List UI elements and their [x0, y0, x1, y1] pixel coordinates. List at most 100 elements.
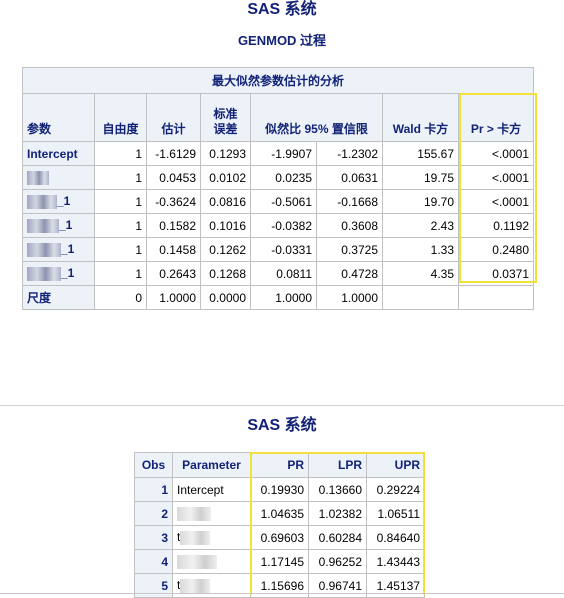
- redacted-param: [27, 242, 61, 257]
- cell-pr: <.0001: [458, 189, 534, 214]
- cell-df: 1: [94, 261, 147, 286]
- cell-lpr: 0.60284: [308, 525, 367, 550]
- cell-lpr: 1.02382: [308, 501, 367, 526]
- cell-lpr: 0.13660: [308, 477, 367, 502]
- cell-wald: 19.75: [382, 165, 459, 190]
- col-header-df: 自由度: [94, 93, 147, 142]
- procedure-title: GENMOD 过程: [237, 33, 327, 48]
- cell-stderr: 0.1268: [200, 261, 251, 286]
- cell-pr: [458, 285, 534, 310]
- col-header-stderr-line2: 误差: [213, 122, 238, 136]
- redacted-param: [27, 170, 49, 185]
- cell-lcl: 0.0811: [250, 261, 317, 286]
- cell-lcl: -0.0382: [250, 213, 317, 238]
- row-param: Intercept: [22, 141, 95, 166]
- estimates-table: 最大似然参数估计的分析 参数 自由度 估计 标准 误差 似然比 95% 置信限 …: [22, 67, 534, 310]
- table-row: _1 1 0.1458 0.1262 -0.0331 0.3725 1.33 0…: [22, 237, 534, 262]
- cell-pr: 0.19930: [250, 477, 309, 502]
- cell-parameter: Intercept: [172, 477, 251, 502]
- table-row: 1 0.0453 0.0102 0.0235 0.0631 19.75 <.00…: [22, 165, 534, 190]
- cell-estimate: 0.1458: [146, 237, 201, 262]
- col-header-stderr-line1: 标准: [213, 107, 238, 121]
- cell-estimate: 0.1582: [146, 213, 201, 238]
- row-param-redacted: _1: [22, 261, 95, 286]
- table-row: 4 1.17145 0.96252 1.43443: [134, 549, 425, 574]
- cell-stderr: 0.0102: [200, 165, 251, 190]
- page-title: SAS 系统: [247, 1, 317, 18]
- cell-wald: [382, 285, 459, 310]
- redacted-param: [177, 506, 211, 521]
- cell-pr: 0.1192: [458, 213, 534, 238]
- row-param-redacted: _1: [22, 213, 95, 238]
- second-title: SAS 系统: [247, 417, 317, 434]
- cell-pr: <.0001: [458, 165, 534, 190]
- cell-estimate: -0.3624: [146, 189, 201, 214]
- row-obs: 1: [134, 477, 173, 502]
- cell-lcl: 1.0000: [250, 285, 317, 310]
- redacted-param: [180, 578, 211, 593]
- redacted-param: [177, 554, 217, 569]
- cell-ucl: 0.4728: [316, 261, 383, 286]
- cell-pr: 1.17145: [250, 549, 309, 574]
- cell-stderr: 0.1293: [200, 141, 251, 166]
- cell-pr: 0.2480: [458, 237, 534, 262]
- cell-estimate: 1.0000: [146, 285, 201, 310]
- row-obs: 2: [134, 501, 173, 526]
- col-header-stderr: 标准 误差: [200, 93, 251, 142]
- col-header-lpr: LPR: [308, 452, 367, 478]
- col-header-pr: Pr > 卡方: [458, 93, 534, 142]
- row-param: 尺度: [22, 285, 95, 310]
- col-header-param: 参数: [22, 93, 95, 142]
- window-bottom-edge: [0, 593, 564, 594]
- cell-upr: 0.84640: [366, 525, 425, 550]
- cell-estimate: -1.6129: [146, 141, 201, 166]
- row-param-redacted: _1: [22, 189, 95, 214]
- cell-df: 1: [94, 165, 147, 190]
- table-row: 3 t 0.69603 0.60284 0.84640: [134, 525, 425, 550]
- cell-ucl: 1.0000: [316, 285, 383, 310]
- cell-upr: 1.06511: [366, 501, 425, 526]
- cell-upr: 0.29224: [366, 477, 425, 502]
- cell-wald: 2.43: [382, 213, 459, 238]
- param-suffix: _1: [61, 242, 75, 257]
- row-param-redacted: [22, 165, 95, 190]
- cell-df: 0: [94, 285, 147, 310]
- redacted-param: [180, 530, 211, 545]
- col-header-estimate: 估计: [146, 93, 201, 142]
- cell-wald: 155.67: [382, 141, 459, 166]
- cell-df: 1: [94, 237, 147, 262]
- cell-wald: 4.35: [382, 261, 459, 286]
- cell-pr: 0.69603: [250, 525, 309, 550]
- param-suffix: _1: [57, 194, 71, 209]
- param-suffix: _1: [59, 218, 73, 233]
- cell-lcl: 0.0235: [250, 165, 317, 190]
- table-row: _1 1 -0.3624 0.0816 -0.5061 -0.1668 19.7…: [22, 189, 534, 214]
- cell-pr: 0.0371: [458, 261, 534, 286]
- section-divider: [0, 405, 564, 406]
- cell-ucl: -1.2302: [316, 141, 383, 166]
- table-row: 1 Intercept 0.19930 0.13660 0.29224: [134, 477, 425, 502]
- cell-pr: <.0001: [458, 141, 534, 166]
- col-header-pr: PR: [250, 452, 309, 478]
- param-suffix: _1: [61, 266, 75, 281]
- row-obs: 4: [134, 549, 173, 574]
- cell-pr: 1.04635: [250, 501, 309, 526]
- cell-estimate: 0.0453: [146, 165, 201, 190]
- col-header-upr: UPR: [366, 452, 425, 478]
- table-row: Intercept 1 -1.6129 0.1293 -1.9907 -1.23…: [22, 141, 534, 166]
- cell-stderr: 0.1016: [200, 213, 251, 238]
- col-header-parameter: Parameter: [172, 452, 251, 478]
- cell-wald: 1.33: [382, 237, 459, 262]
- cell-parameter-redacted: [172, 549, 251, 574]
- cell-df: 1: [94, 189, 147, 214]
- col-header-wald: Wald 卡方: [382, 93, 459, 142]
- row-obs: 3: [134, 525, 173, 550]
- redacted-param: [27, 218, 59, 233]
- odds-ratio-table: Obs Parameter PR LPR UPR 1 Intercept 0.1…: [134, 452, 425, 598]
- cell-stderr: 0.0000: [200, 285, 251, 310]
- cell-parameter-redacted: t: [172, 525, 251, 550]
- cell-upr: 1.43443: [366, 549, 425, 574]
- cell-df: 1: [94, 213, 147, 238]
- table-row: _1 1 0.1582 0.1016 -0.0382 0.3608 2.43 0…: [22, 213, 534, 238]
- table-row: 尺度 0 1.0000 0.0000 1.0000 1.0000: [22, 285, 534, 310]
